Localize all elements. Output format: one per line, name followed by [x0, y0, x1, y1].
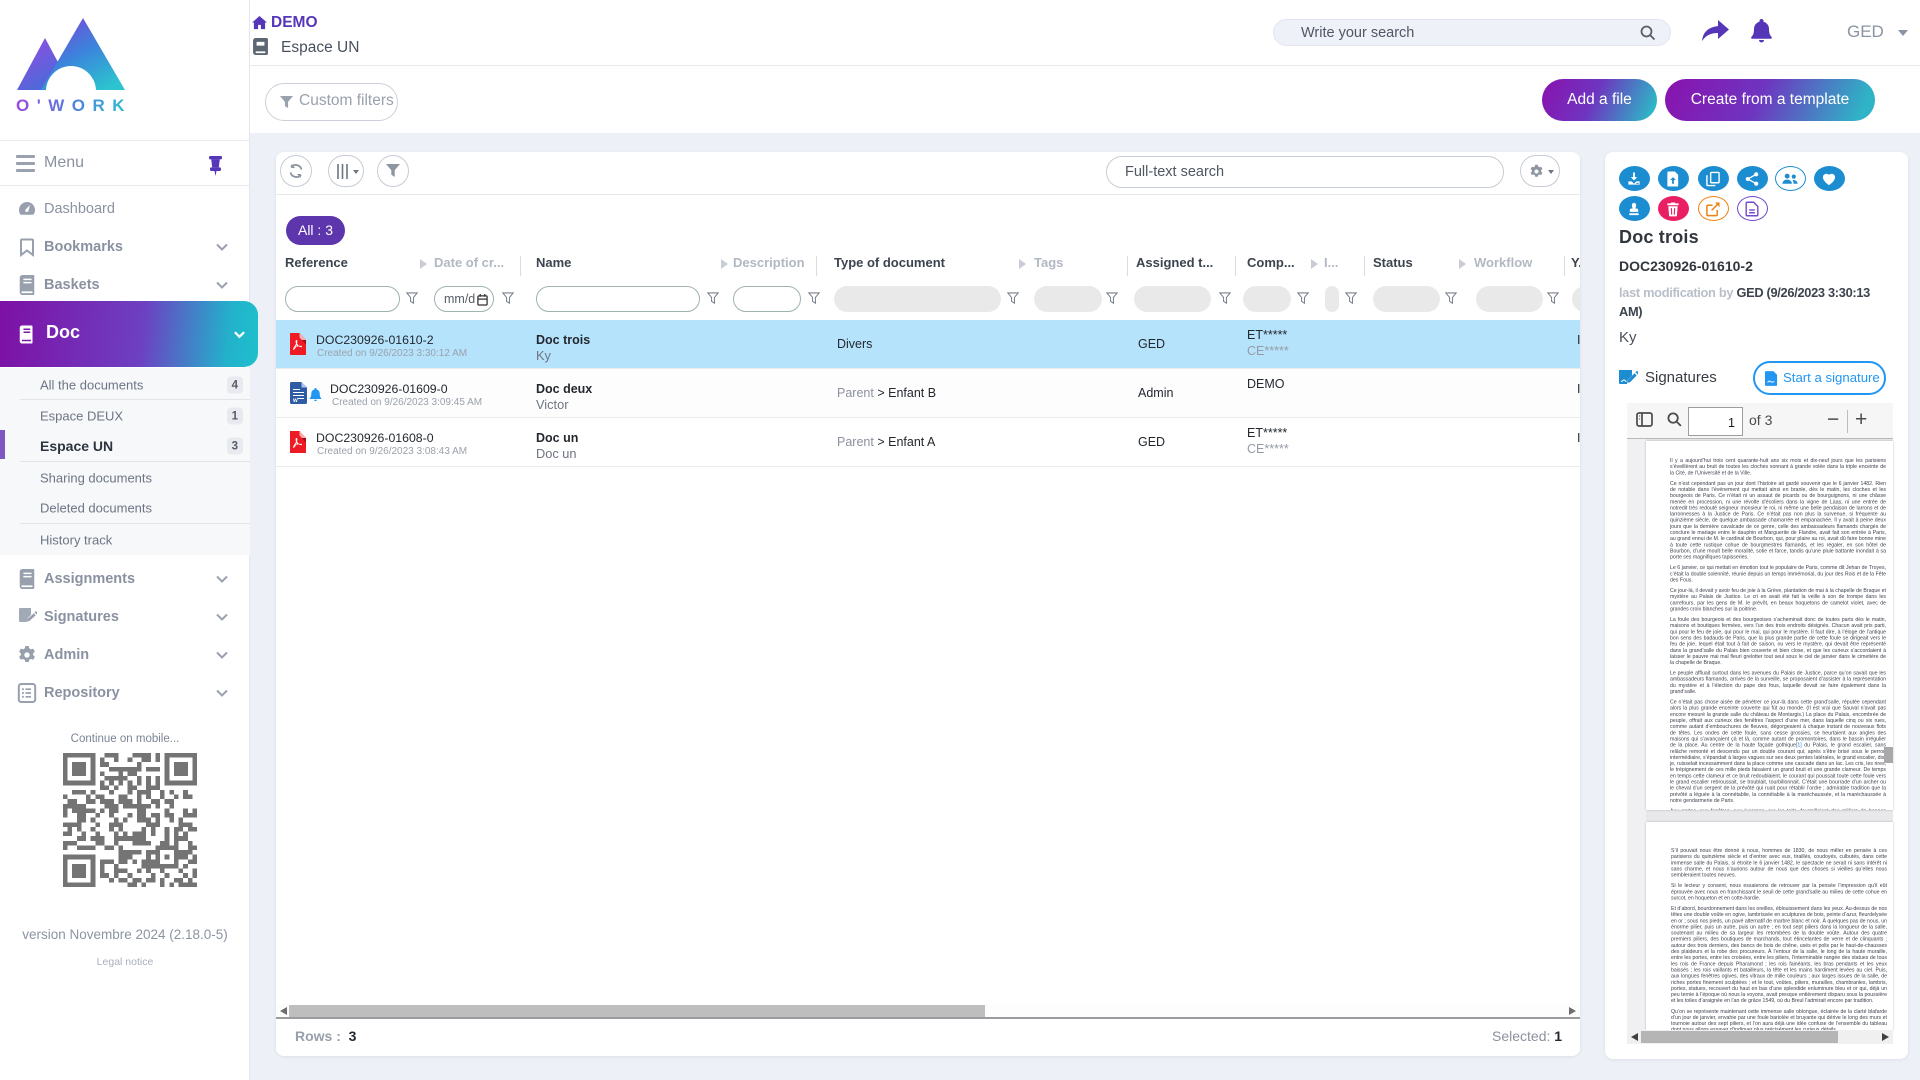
svg-text:w: w: [292, 398, 298, 404]
svg-text:O'WORK: O'WORK: [16, 96, 132, 115]
